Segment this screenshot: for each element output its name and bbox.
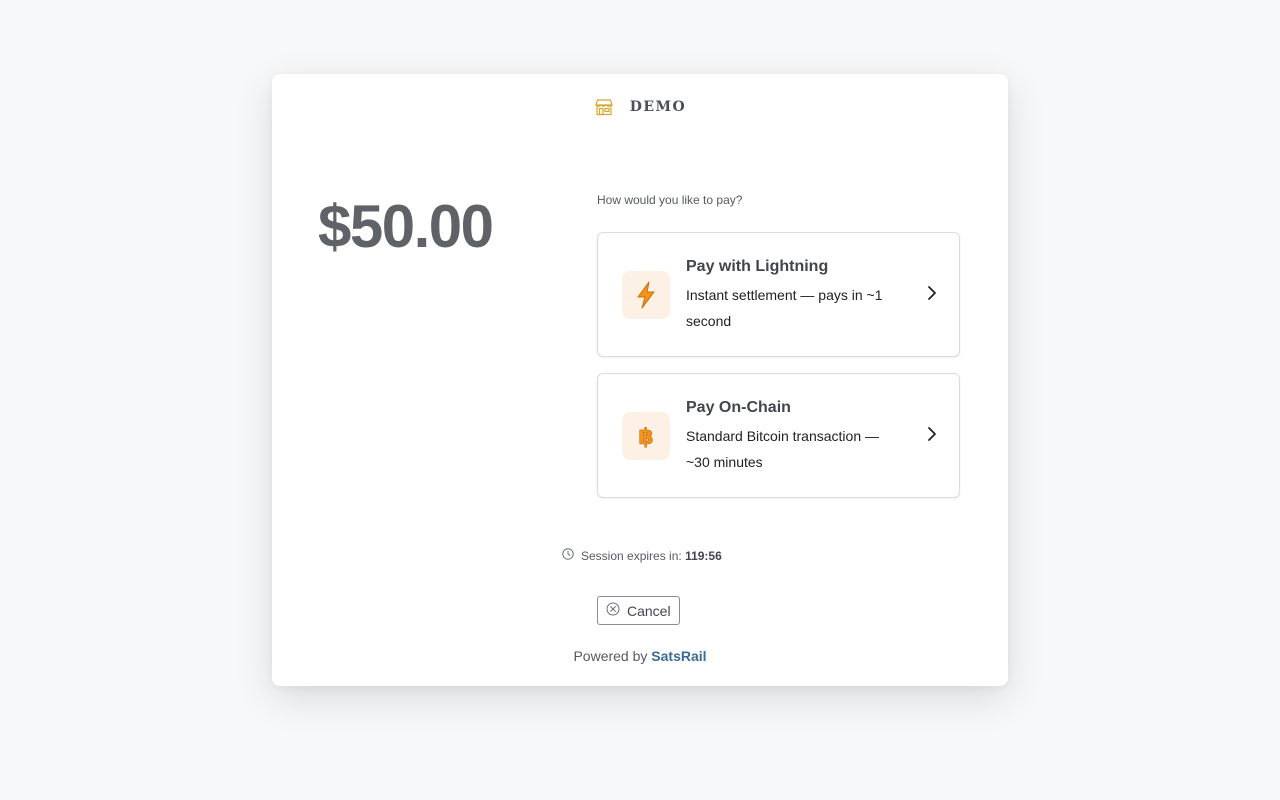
cancel-button[interactable]: Cancel bbox=[597, 596, 680, 625]
bitcoin-icon: ฿ bbox=[622, 412, 670, 460]
checkout-card: DEMO $50.00 How would you like to pay? P… bbox=[272, 74, 1008, 686]
lightning-icon bbox=[622, 271, 670, 319]
option-description: Standard Bitcoin transaction — ~30 minut… bbox=[686, 428, 879, 470]
merchant-header: DEMO bbox=[272, 98, 1008, 116]
close-circle-icon bbox=[606, 602, 620, 619]
pay-onchain-option[interactable]: ฿ Pay On-Chain Standard Bitcoin transact… bbox=[597, 373, 960, 498]
svg-text:฿: ฿ bbox=[638, 425, 653, 449]
session-timer: Session expires in: 119:56 bbox=[562, 548, 722, 563]
option-title: Pay with Lightning bbox=[686, 258, 829, 275]
clock-icon bbox=[562, 548, 574, 563]
payment-prompt: How would you like to pay? bbox=[597, 193, 743, 207]
chevron-right-icon bbox=[927, 426, 937, 447]
chevron-right-icon bbox=[927, 285, 937, 306]
session-label: Session expires in: bbox=[581, 548, 682, 563]
option-description: Instant settlement — pays in ~1 second bbox=[686, 287, 883, 329]
merchant-name: DEMO bbox=[629, 99, 687, 115]
powered-by-prefix: Powered by bbox=[573, 648, 648, 664]
store-icon bbox=[594, 98, 614, 116]
satsrail-link[interactable]: SatsRail bbox=[651, 648, 706, 664]
powered-by: Powered by SatsRail bbox=[272, 648, 1008, 664]
pay-lightning-option[interactable]: Pay with Lightning Instant settlement — … bbox=[597, 232, 960, 357]
option-title: Pay On-Chain bbox=[686, 399, 791, 416]
session-time: 119:56 bbox=[685, 548, 722, 563]
payment-amount: $50.00 bbox=[318, 193, 494, 260]
cancel-label: Cancel bbox=[627, 602, 671, 619]
